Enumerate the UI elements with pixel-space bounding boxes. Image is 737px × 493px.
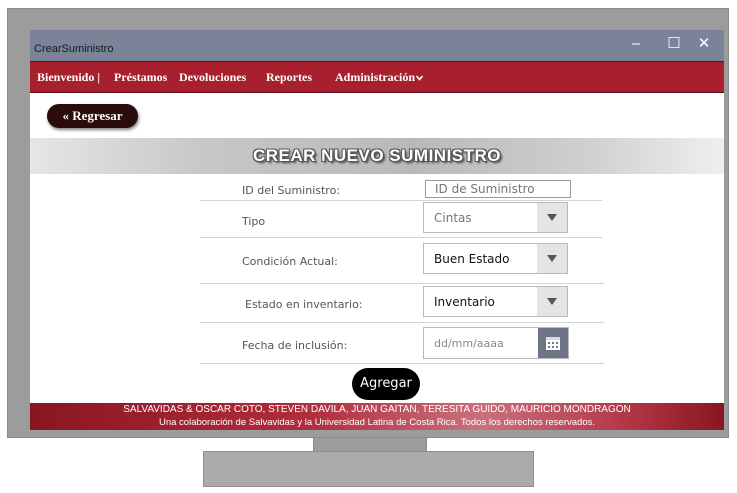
dropdown-arrow [537, 203, 567, 232]
nav-item-administracion-label: Administración [335, 70, 416, 84]
footer: SALVAVIDAS & OSCAR COTO, STEVEN DAVILA, … [30, 403, 724, 430]
footer-credits: SALVAVIDAS & OSCAR COTO, STEVEN DAVILA, … [123, 404, 631, 415]
condicion-label: Condición Actual: [242, 255, 338, 268]
nav-item-prestamos[interactable]: Préstamos [114, 70, 167, 85]
monitor-frame: CrearSuministro – ☐ ✕ Bienvenido | Prést… [7, 8, 729, 438]
form-divider [200, 200, 602, 201]
title-bar: CrearSuministro – ☐ ✕ [30, 30, 724, 61]
id-suministro-input[interactable] [425, 180, 571, 198]
calendar-icon [546, 337, 560, 350]
calendar-button[interactable] [538, 328, 568, 358]
nav-item-reportes[interactable]: Reportes [266, 70, 312, 85]
monitor-base [203, 451, 534, 487]
tipo-label: Tipo [242, 215, 266, 228]
fecha-label: Fecha de inclusión: [242, 339, 348, 352]
condicion-select[interactable]: Buen Estado [423, 243, 568, 274]
agregar-button[interactable]: Agregar [352, 368, 420, 400]
condicion-select-value: Buen Estado [434, 252, 510, 266]
minimize-button[interactable]: – [622, 33, 650, 55]
chevron-down-icon [415, 75, 424, 81]
page-title: CREAR NUEVO SUMINISTRO [252, 146, 502, 165]
tipo-select-value: Cintas [434, 211, 472, 225]
estado-select-value: Inventario [434, 295, 495, 309]
app-window: CrearSuministro – ☐ ✕ Bienvenido | Prést… [30, 30, 724, 430]
close-button[interactable]: ✕ [690, 33, 718, 55]
fecha-input[interactable]: dd/mm/aaaa [423, 327, 569, 359]
estado-label: Estado en inventario: [245, 298, 363, 311]
caret-down-icon [547, 298, 557, 305]
page-banner: CREAR NUEVO SUMINISTRO [30, 138, 724, 174]
nav-item-administracion[interactable]: Administración [335, 70, 424, 85]
maximize-button[interactable]: ☐ [660, 33, 688, 55]
fecha-placeholder: dd/mm/aaaa [434, 337, 504, 350]
estado-select[interactable]: Inventario [423, 286, 568, 317]
caret-down-icon [547, 214, 557, 221]
caret-down-icon [547, 255, 557, 262]
form-divider [200, 283, 604, 284]
form-divider [200, 363, 604, 364]
dropdown-arrow [537, 287, 567, 316]
form-divider [200, 237, 602, 238]
footer-copyright: Una colaboración de Salvavidas y la Univ… [158, 417, 595, 428]
id-label: ID del Suministro: [242, 184, 341, 197]
nav-item-devoluciones[interactable]: Devoluciones [179, 70, 246, 85]
window-title: CrearSuministro [34, 43, 114, 55]
nav-bar: Bienvenido | Préstamos Devoluciones Repo… [30, 61, 724, 93]
form-divider [200, 322, 604, 323]
tipo-select[interactable]: Cintas [423, 202, 568, 233]
back-button[interactable]: « Regresar [47, 104, 138, 128]
dropdown-arrow [537, 244, 567, 273]
nav-item-bienvenido[interactable]: Bienvenido | [37, 70, 100, 85]
